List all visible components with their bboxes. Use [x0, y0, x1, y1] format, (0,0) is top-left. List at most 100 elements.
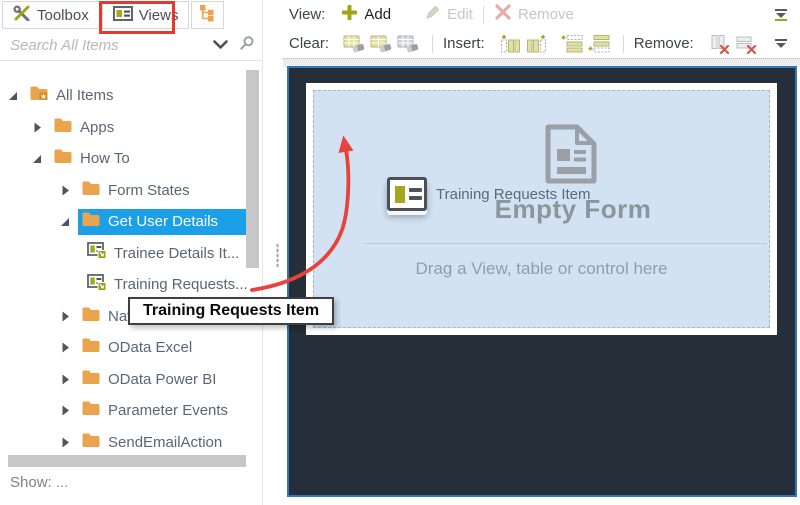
form-designer: Toolbox Views Search All Items ★ All Ite… [0, 0, 800, 505]
tree-item-label: Training Requests... [114, 276, 248, 294]
tree-item-sendemailaction[interactable]: SendEmailAction [0, 427, 262, 459]
tree-item-label: OData Excel [108, 339, 193, 357]
tree-horizontal-scrollbar[interactable] [8, 455, 246, 467]
add-view-label: Add [364, 6, 392, 23]
view-icon [112, 5, 133, 25]
toolbar-overflow-button[interactable] [767, 3, 794, 27]
tab-views-label: Views [138, 6, 179, 24]
tab-hierarchy[interactable] [191, 1, 225, 29]
edit-view-label: Edit [447, 6, 473, 23]
form-drop-zone[interactable]: Empty Form Drag a View, table or control… [313, 90, 770, 328]
design-canvas: Empty Form Drag a View, table or control… [287, 66, 797, 497]
tree-item-odata-excel[interactable]: OData Excel [0, 332, 262, 364]
folder-icon [53, 117, 73, 138]
collapsed-arrow-icon[interactable] [58, 405, 72, 416]
folder-icon [81, 369, 101, 390]
collapsed-arrow-icon[interactable] [58, 437, 72, 448]
tree-item-label: All Items [56, 87, 114, 105]
chevron-down-icon[interactable] [213, 37, 228, 55]
tree-item-label: Form States [108, 181, 190, 199]
insert-column-right-icon[interactable] [524, 32, 551, 56]
svg-text:★: ★ [40, 92, 47, 101]
tree-item-how-to[interactable]: How To [0, 143, 262, 175]
tree-item-odata-power-bi[interactable]: OData Power BI [0, 364, 262, 396]
remove-column-icon[interactable] [706, 32, 733, 56]
drag-ghost[interactable]: Training Requests Item [387, 177, 591, 211]
remove-view-button[interactable]: Remove [494, 4, 574, 25]
show-label: Show: [10, 474, 52, 491]
tooltip-text: Training Requests Item [143, 302, 320, 319]
tree-item-label: OData Power BI [108, 370, 217, 388]
expanded-arrow-icon[interactable] [6, 91, 20, 101]
tree-vertical-scrollbar[interactable] [246, 70, 259, 268]
tree-item-apps[interactable]: Apps [0, 112, 262, 144]
folder-icon [81, 180, 101, 201]
insert-section-label: Insert: [443, 35, 485, 52]
search-bar [0, 31, 262, 61]
explorer-tabbar: Toolbox Views [0, 0, 225, 30]
folder-icon [81, 337, 101, 358]
item-view-icon [87, 242, 107, 264]
folder-star-icon: ★ [29, 85, 49, 106]
form-divider-line [364, 243, 767, 244]
show-row: Show: ... [10, 474, 68, 491]
folder-icon [81, 211, 101, 232]
form-surface: Empty Form Drag a View, table or control… [306, 83, 777, 335]
tree-item-label: How To [80, 150, 130, 168]
collapsed-arrow-icon[interactable] [30, 122, 44, 133]
search-input[interactable] [0, 37, 213, 54]
tree-item-label: SendEmailAction [108, 433, 223, 451]
clear-contents-icon[interactable] [341, 32, 368, 56]
remove-view-label: Remove [517, 6, 574, 23]
insert-column-left-icon[interactable] [497, 32, 524, 56]
tree-item-label: Parameter Events [108, 402, 229, 420]
insert-row-below-icon[interactable] [586, 32, 613, 56]
tree-item-trainee-details[interactable]: Trainee Details It... [0, 238, 262, 270]
add-view-button[interactable]: Add [341, 4, 391, 26]
selected-tree-item[interactable]: Get User Details [78, 208, 247, 235]
search-icon[interactable] [240, 36, 254, 55]
clear-row-icon[interactable] [368, 32, 395, 56]
tree-item-all-items[interactable]: ★ All Items [0, 80, 262, 112]
view-toolbar-label: View: [289, 6, 326, 23]
remove-section-label: Remove: [633, 35, 694, 52]
tab-views[interactable]: Views [101, 1, 190, 29]
wrench-icon [13, 5, 31, 25]
edit-view-button[interactable]: Edit [425, 4, 473, 25]
item-tree: ★ All Items Apps How To Form States Get … [0, 80, 262, 458]
tree-item-parameter-events[interactable]: Parameter Events [0, 395, 262, 427]
x-icon [494, 4, 512, 25]
tree-item-get-user-details[interactable]: Get User Details [0, 206, 262, 238]
collapsed-arrow-icon[interactable] [58, 185, 72, 196]
drag-ghost-label: Training Requests Item [436, 185, 591, 203]
tree-item-training-requests[interactable]: Training Requests... [0, 269, 262, 301]
collapsed-arrow-icon[interactable] [58, 342, 72, 353]
clear-section-label: Clear: [289, 35, 330, 52]
expanded-arrow-icon[interactable] [58, 217, 72, 227]
collapsed-arrow-icon[interactable] [58, 311, 72, 322]
insert-row-above-icon[interactable] [559, 32, 586, 56]
splitter-handle-icon [276, 243, 279, 267]
folder-icon [81, 432, 101, 453]
collapsed-arrow-icon[interactable] [58, 374, 72, 385]
show-more-link[interactable]: ... [56, 474, 69, 491]
view-toolbar: View: Add Edit Remove [283, 0, 800, 29]
tree-item-form-states[interactable]: Form States [0, 175, 262, 207]
tree-item-label: Apps [80, 118, 115, 136]
tab-toolbox[interactable]: Toolbox [2, 1, 100, 29]
expanded-arrow-icon[interactable] [30, 154, 44, 164]
folder-icon [81, 400, 101, 421]
folder-icon [53, 148, 73, 169]
drag-ghost-view-icon [387, 177, 427, 211]
remove-row-icon[interactable] [733, 32, 760, 56]
drop-hint-text: Drag a View, table or control here [415, 259, 668, 278]
folder-icon [81, 306, 101, 327]
layout-toolbar-overflow-button[interactable] [767, 32, 794, 56]
panel-splitter[interactable] [263, 0, 283, 505]
plus-icon [341, 4, 358, 26]
explorer-panel: Toolbox Views Search All Items ★ All Ite… [0, 0, 263, 505]
hierarchy-icon [199, 4, 216, 26]
layout-toolbar: Clear: Insert: Remove: [283, 29, 800, 58]
clear-table-icon[interactable] [395, 32, 422, 56]
pencil-icon [425, 4, 441, 25]
